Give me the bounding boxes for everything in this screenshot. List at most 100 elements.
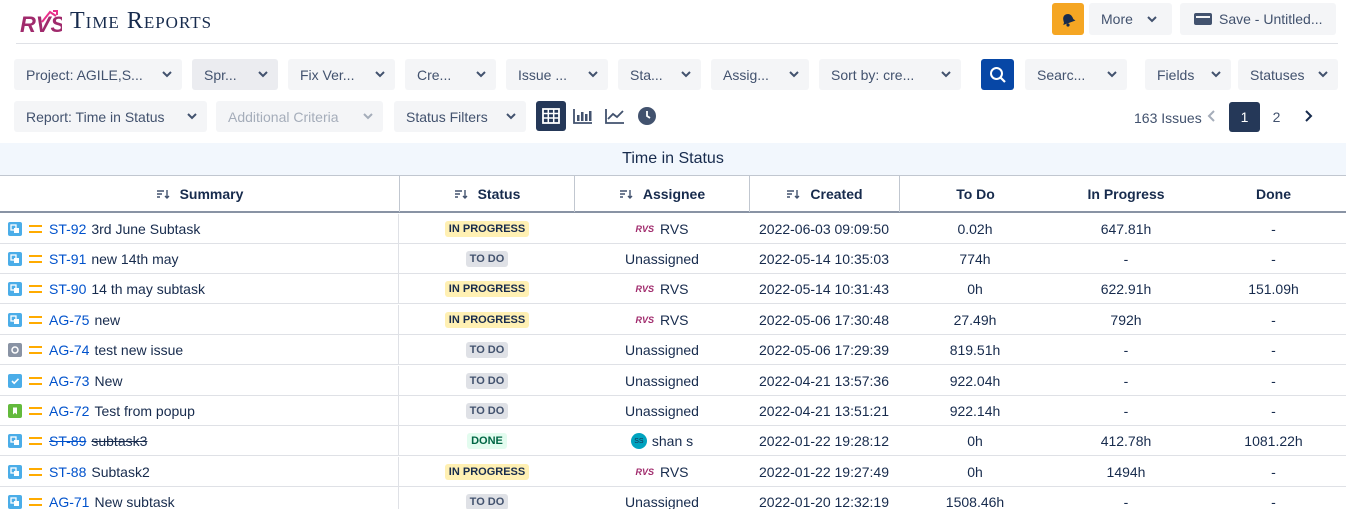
save-button[interactable]: Save - Untitled... (1180, 3, 1336, 35)
grid-view-button[interactable] (536, 101, 566, 131)
column-header-assignee[interactable]: Assignee (575, 176, 750, 212)
fix-version-filter[interactable]: Fix Ver... (288, 59, 395, 90)
issue-summary: New subtask (94, 494, 175, 509)
assignee-cell: RVS RVS (575, 274, 749, 304)
line-chart-view-button[interactable] (600, 101, 630, 131)
search-button[interactable] (981, 59, 1014, 90)
save-icon (1194, 13, 1212, 25)
summary-cell: ST-89 subtask3 (0, 426, 399, 456)
in-progress-cell: 792h (1110, 312, 1142, 328)
bar-chart-view-button[interactable] (568, 101, 598, 131)
in-progress-cell: - (1123, 373, 1129, 389)
issue-key-link[interactable]: ST-91 (49, 251, 86, 267)
table-row[interactable]: AG-75 new IN PROGRESS RVS RVS 2022-05-06 … (0, 305, 1346, 335)
sort-by-filter-label: Sort by: cre... (831, 66, 915, 83)
created-cell: 2022-05-06 17:30:48 (759, 312, 889, 328)
save-label: Save - Untitled... (1219, 11, 1323, 27)
table-header: Summary Status Assignee Created To Do In… (0, 175, 1346, 213)
assignee-name: shan s (651, 433, 694, 449)
summary-cell: ST-90 14 th may subtask (0, 274, 399, 304)
subtask-icon (8, 252, 22, 266)
additional-criteria-label: Additional Criteria (228, 108, 339, 125)
summary-cell: AG-75 new (0, 305, 399, 335)
done-cell: 1081.22h (1244, 433, 1303, 449)
issue-key-link[interactable]: AG-72 (49, 403, 89, 419)
status-filters[interactable]: Status Filters (394, 101, 526, 132)
project-filter[interactable]: Project: AGILE,S... (14, 59, 182, 90)
summary-cell: AG-71 New subtask (0, 487, 399, 509)
in-progress-cell: 647.81h (1100, 221, 1152, 237)
issue-summary: 3rd June Subtask (91, 221, 201, 237)
todo-cell: 0h (967, 433, 983, 449)
chevron-down-icon (1107, 71, 1117, 78)
in-progress-cell: 412.78h (1100, 433, 1152, 449)
page-button-1[interactable]: 1 (1229, 102, 1260, 132)
issues-count: 163 Issues (1134, 110, 1202, 126)
more-button[interactable]: More (1089, 3, 1172, 35)
notification-button[interactable] (1052, 3, 1084, 35)
issue-key-link[interactable]: AG-75 (49, 312, 89, 328)
table-row[interactable]: AG-74 test new issue TO DO Unassigned 20… (0, 335, 1346, 365)
medium-priority-icon (29, 468, 42, 476)
column-header-status[interactable]: Status (400, 176, 575, 212)
assignee-name: Unassigned (625, 342, 699, 358)
table-row[interactable]: AG-72 Test from popup TO DO Unassigned 2… (0, 396, 1346, 426)
chevron-down-icon (681, 71, 691, 78)
issue-key-link[interactable]: ST-88 (49, 464, 86, 480)
rvs-avatar-icon: RVS (635, 284, 654, 294)
assignee-cell: RVS RVS (575, 214, 749, 244)
issue-key-link[interactable]: ST-92 (49, 221, 86, 237)
column-header-summary[interactable]: Summary (0, 176, 400, 212)
table-row[interactable]: ST-91 new 14th may TO DO Unassigned 2022… (0, 244, 1346, 274)
done-cell: - (1271, 464, 1276, 480)
column-label: In Progress (1087, 186, 1165, 202)
column-header-todo[interactable]: To Do (900, 176, 1051, 212)
additional-criteria[interactable]: Additional Criteria (216, 101, 383, 132)
issue-key-link[interactable]: AG-74 (49, 342, 89, 358)
issue-key-link[interactable]: ST-90 (49, 281, 86, 297)
table-row[interactable]: ST-88 Subtask2 IN PROGRESS RVS RVS 2022-0… (0, 457, 1346, 487)
chevron-down-icon (1318, 71, 1328, 78)
issue-key-link[interactable]: AG-71 (49, 494, 89, 509)
page-button-2[interactable]: 2 (1261, 102, 1292, 132)
chevron-left-icon[interactable] (1205, 108, 1219, 124)
in-progress-cell: - (1123, 251, 1129, 267)
table-row[interactable]: AG-73 New TO DO Unassigned 2022-04-21 13… (0, 366, 1346, 396)
assignee-name: RVS (659, 281, 689, 297)
assignee-filter[interactable]: Assig... (711, 59, 809, 90)
created-cell: 2022-04-21 13:57:36 (759, 373, 889, 389)
status-badge: IN PROGRESS (444, 464, 530, 480)
sort-by-filter[interactable]: Sort by: cre... (819, 59, 961, 90)
clock-view-button[interactable] (632, 101, 662, 131)
issue-key-link[interactable]: ST-89 (49, 433, 86, 449)
table-row[interactable]: ST-92 3rd June Subtask IN PROGRESS RVS RV… (0, 214, 1346, 244)
statuses-filter-label: Statuses (1250, 66, 1305, 83)
bell-icon (1063, 13, 1076, 27)
in-progress-cell: 622.91h (1100, 281, 1152, 297)
statuses-filter[interactable]: Statuses (1238, 59, 1338, 90)
table-row[interactable]: ST-90 14 th may subtask IN PROGRESS RVS R… (0, 274, 1346, 304)
todo-cell: 0h (967, 464, 983, 480)
issue-type-filter[interactable]: Issue ... (506, 59, 608, 90)
issue-summary: new 14th may (91, 251, 179, 267)
created-filter[interactable]: Cre... (405, 59, 496, 90)
column-header-in-progress[interactable]: In Progress (1051, 176, 1201, 212)
sprint-filter[interactable]: Spr... (192, 59, 278, 90)
table-row[interactable]: ST-89 subtask3 DONE SS shan s 2022-01-22 … (0, 426, 1346, 456)
chevron-right-icon[interactable] (1301, 108, 1315, 124)
report-selector[interactable]: Report: Time in Status (14, 101, 207, 132)
column-header-done[interactable]: Done (1201, 176, 1346, 212)
status-badge: TO DO (465, 373, 509, 389)
done-cell: - (1271, 221, 1276, 237)
table-row[interactable]: AG-71 New subtask TO DO Unassigned 2022-… (0, 487, 1346, 509)
done-cell: - (1271, 403, 1276, 419)
in-progress-cell: - (1123, 494, 1129, 509)
issue-key-link[interactable]: AG-73 (49, 373, 89, 389)
sort-icon (619, 190, 633, 199)
search-filter[interactable]: Searc... (1025, 59, 1127, 90)
subtask-icon (8, 465, 22, 479)
status-filter[interactable]: Sta... (618, 59, 701, 90)
medium-priority-icon (29, 346, 42, 354)
column-header-created[interactable]: Created (750, 176, 900, 212)
fields-filter[interactable]: Fields (1145, 59, 1231, 90)
